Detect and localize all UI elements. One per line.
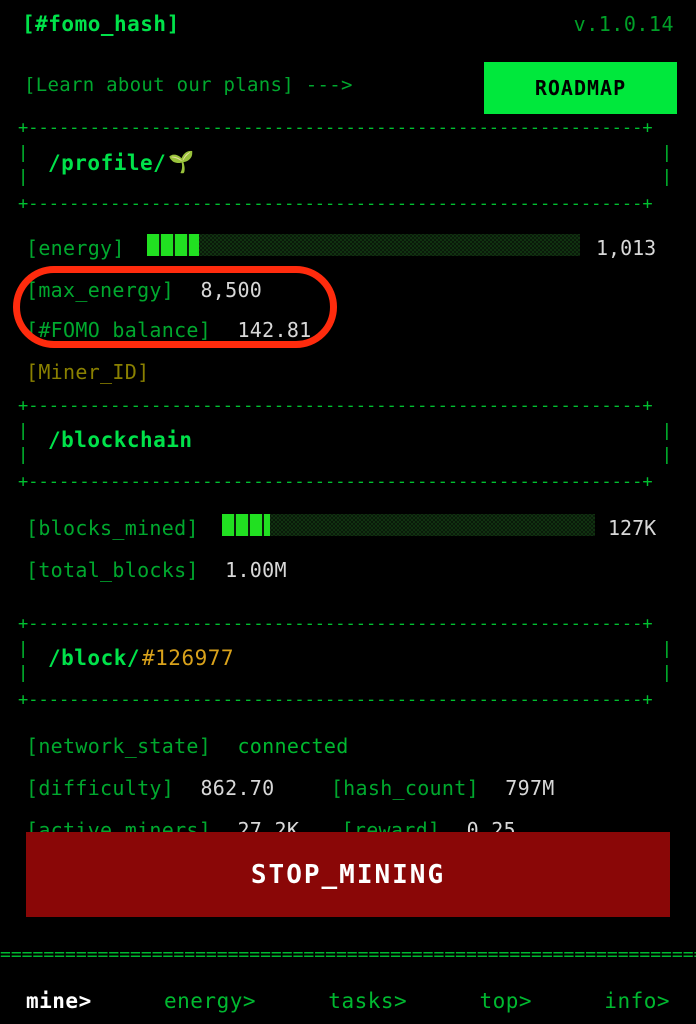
energy-progress-fill <box>147 234 199 256</box>
hash-count-value: 797M <box>505 776 555 800</box>
profile-title: /profile/ 🌱 <box>48 150 195 175</box>
ascii-border-top: +---------------------------------------… <box>18 400 653 412</box>
block-title: /block/ #126977 <box>48 646 234 670</box>
ascii-border-right: | <box>661 167 672 187</box>
ascii-border-left: | <box>18 167 29 187</box>
top-bar: [#fomo_hash] v.1.0.14 <box>0 0 696 48</box>
ascii-border-left: | <box>18 421 29 441</box>
network-state-value: connected <box>237 734 349 758</box>
nav-item-top[interactable]: top> <box>479 989 532 1013</box>
ascii-border-right: | <box>661 639 672 659</box>
blocks-mined-progress-fill <box>222 514 271 536</box>
ascii-border-left: | <box>18 445 29 465</box>
profile-panel-header: +---------------------------------------… <box>18 122 672 210</box>
stop-mining-button[interactable]: STOP_MINING <box>26 832 670 917</box>
total-blocks-value: 1.00M <box>225 558 287 582</box>
block-panel-header: +---------------------------------------… <box>18 618 672 706</box>
ascii-border-bottom: +---------------------------------------… <box>18 694 653 706</box>
stat-row-blocks-mined: [blocks_mined] <box>26 516 199 540</box>
stat-row-energy: [energy] <box>26 236 125 260</box>
stat-row-total-blocks: [total_blocks] 1.00M <box>26 558 287 582</box>
stat-row-network-state: [network_state] connected <box>26 734 349 758</box>
ascii-border-left: | <box>18 663 29 683</box>
stat-row-difficulty: [difficulty] 862.70 [hash_count] 797M <box>26 776 555 800</box>
energy-progress-bar <box>147 234 580 256</box>
ascii-border-left: | <box>18 639 29 659</box>
nav-item-tasks[interactable]: tasks> <box>328 989 407 1013</box>
stat-row-miner-id: [Miner_ID] <box>26 360 149 384</box>
ascii-border-bottom: +---------------------------------------… <box>18 476 653 488</box>
ascii-border-top: +---------------------------------------… <box>18 618 653 630</box>
blockchain-panel-header: +---------------------------------------… <box>18 400 672 488</box>
nav-item-info[interactable]: info> <box>604 989 670 1013</box>
blockchain-title: /blockchain <box>48 428 193 452</box>
app-version: v.1.0.14 <box>573 12 674 36</box>
learn-plans-text: [Learn about our plans] ---> <box>24 74 353 96</box>
energy-value: 1,013 <box>596 236 657 260</box>
app-root: [#fomo_hash] v.1.0.14 [Learn about our p… <box>0 0 696 1024</box>
block-number: #126977 <box>142 646 235 670</box>
seedling-icon: 🌱 <box>168 150 195 174</box>
stop-mining-label: STOP_MINING <box>250 859 446 890</box>
ascii-border-right: | <box>661 143 672 163</box>
fomo-balance-label: [#FOMO_balance] <box>26 318 212 342</box>
app-title: [#fomo_hash] <box>22 12 180 36</box>
ascii-border-bottom: +---------------------------------------… <box>18 198 653 210</box>
ascii-border-top: +---------------------------------------… <box>18 122 653 134</box>
max-energy-value: 8,500 <box>200 278 263 302</box>
energy-label: [energy] <box>26 236 125 260</box>
hash-count-label: [hash_count] <box>330 776 479 800</box>
stat-row-max-energy: [max_energy] 8,500 <box>26 278 262 302</box>
roadmap-button[interactable]: ROADMAP <box>484 62 677 114</box>
nav-item-energy[interactable]: energy> <box>164 989 256 1013</box>
blocks-mined-value: 127K <box>608 516 657 540</box>
ascii-border-right: | <box>661 663 672 683</box>
total-blocks-label: [total_blocks] <box>26 558 199 582</box>
blocks-mined-progress-bar <box>222 514 595 536</box>
roadmap-row: [Learn about our plans] ---> ROADMAP <box>0 60 696 116</box>
ascii-border-left: | <box>18 143 29 163</box>
blocks-mined-label: [blocks_mined] <box>26 516 199 540</box>
stat-row-fomo-balance: [#FOMO_balance] 142.81 <box>26 318 312 342</box>
nav-divider: ========================================… <box>0 948 696 962</box>
fomo-balance-value: 142.81 <box>237 318 312 342</box>
max-energy-label: [max_energy] <box>26 278 175 302</box>
miner-id-label: [Miner_ID] <box>26 360 150 384</box>
difficulty-label: [difficulty] <box>26 776 175 800</box>
profile-title-label: /profile/ <box>48 150 167 175</box>
network-state-label: [network_state] <box>26 734 212 758</box>
nav-item-mine[interactable]: mine> <box>26 989 92 1013</box>
blockchain-title-label: /blockchain <box>48 428 193 452</box>
ascii-border-right: | <box>661 421 672 441</box>
ascii-border-right: | <box>661 445 672 465</box>
block-title-label: /block/ <box>48 646 141 670</box>
difficulty-value: 862.70 <box>200 776 275 800</box>
bottom-nav: mine> energy> tasks> top> info> <box>0 978 696 1024</box>
